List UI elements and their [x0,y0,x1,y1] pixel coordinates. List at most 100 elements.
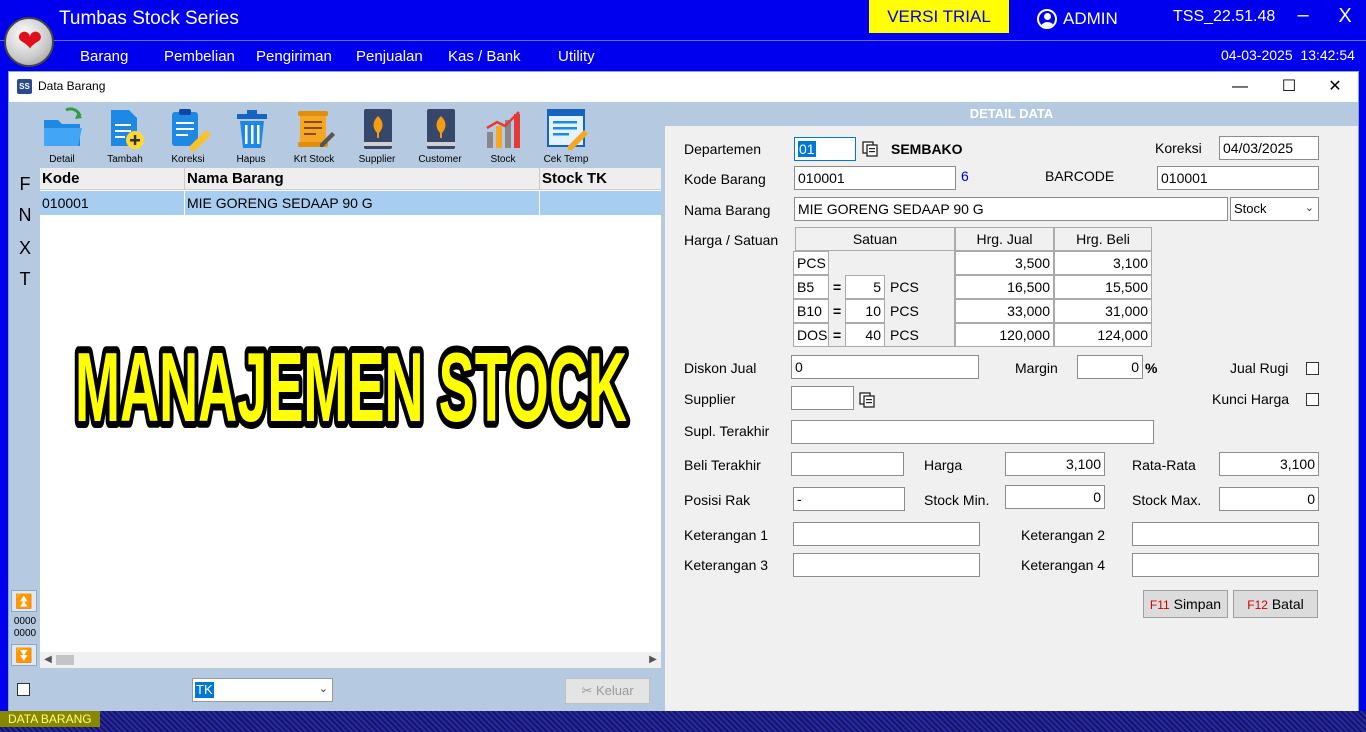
supl-terakhir-input[interactable] [791,420,1154,444]
unit-cell[interactable]: B5 [793,275,829,299]
hrg-beli-cell[interactable]: 3,100 [1054,251,1152,275]
column-kode[interactable]: Kode [40,168,185,190]
user-badge[interactable]: ADMIN [1037,9,1118,29]
filter-f-button[interactable]: F [13,174,37,195]
beli-terakhir-input[interactable] [791,452,904,476]
app-close-button[interactable]: X [1334,5,1356,28]
scroll-thumb[interactable] [56,655,74,665]
barcode-input[interactable]: 010001 [1157,166,1319,190]
lookup-supplier-icon[interactable] [859,392,875,408]
toolbar-krt-stock-button[interactable]: Krt Stock [286,104,342,166]
keterangan-2-input[interactable] [1132,522,1319,546]
window-minimize-button[interactable]: — [1220,76,1260,98]
harga-input[interactable]: 3,100 [1005,452,1105,476]
equals-sign: = [833,303,842,319]
filter-t-button[interactable]: T [13,269,37,290]
keluar-button[interactable]: ✂ Keluar [565,678,650,704]
supplier-input[interactable] [791,386,854,410]
hrg-jual-cell[interactable]: 16,500 [955,275,1054,299]
hrg-jual-header: Hrg. Jual [955,227,1054,251]
toolbar-stock-button[interactable]: Stock [475,104,531,166]
margin-input[interactable]: 0 [1077,355,1143,379]
scroll-right-icon[interactable]: ▶ [645,652,661,668]
counter-current: 0000 [13,616,37,627]
nama-barang-input[interactable]: MIE GORENG SEDAAP 90 G [794,197,1228,221]
qty-cell[interactable]: 10 [845,299,885,323]
simpan-label: Simpan [1173,596,1222,612]
menu-kas-bank[interactable]: Kas / Bank [448,48,521,65]
app-version: TSS_22.51.48 [1173,8,1276,25]
toolbar-supplier-button[interactable]: Supplier [349,104,405,166]
unit-cell[interactable]: DOS [793,323,829,347]
hrg-jual-cell[interactable]: 3,500 [955,251,1054,275]
app-logo: ❤ [4,17,54,67]
column-stock-tk[interactable]: Stock TK [540,168,661,190]
trial-badge[interactable]: VERSI TRIAL [869,0,1009,33]
unit-cell[interactable]: B10 [793,299,829,323]
diskon-jual-label: Diskon Jual [684,360,757,376]
user-name: ADMIN [1063,9,1118,28]
filter-n-button[interactable]: N [13,205,37,226]
simpan-button[interactable]: F11 Simpan [1143,590,1228,618]
keterangan-1-input[interactable] [793,522,980,546]
window-close-button[interactable]: ✕ [1315,76,1355,98]
filter-x-button[interactable]: X [13,238,37,259]
scroll-up-button[interactable]: ⏫ [11,590,37,612]
menu-utility[interactable]: Utility [558,48,595,65]
kunci-harga-checkbox[interactable] [1306,393,1319,406]
qty-cell[interactable]: 5 [845,275,885,299]
toolbar-detail-button[interactable]: Detail [34,104,90,166]
menu-barang[interactable]: Barang [80,48,128,65]
show-all-checkbox[interactable] [17,683,30,696]
hrg-beli-cell[interactable]: 31,000 [1054,299,1152,323]
toolbar-detail-label: Detail [49,154,75,165]
koreksi-date-input[interactable]: 04/03/2025 [1219,136,1319,160]
lookup-departemen-icon[interactable] [862,141,878,157]
table-row[interactable]: 010001 MIE GORENG SEDAAP 90 G [40,191,661,215]
toolbar-customer-button[interactable]: Customer [412,104,468,166]
departemen-input[interactable]: 01 [794,137,856,161]
status-bar: DATA BARANG [0,711,1366,732]
app-minimize-button[interactable]: – [1292,4,1314,27]
jual-rugi-checkbox[interactable] [1306,362,1319,375]
hrg-jual-cell[interactable]: 120,000 [955,323,1054,347]
margin-unit: % [1145,360,1158,376]
kode-barang-input[interactable]: 010001 [794,166,956,190]
stock-min-input[interactable]: 0 [1005,485,1105,509]
keterangan-4-input[interactable] [1132,553,1319,577]
window-app-icon: SS [17,79,32,94]
scroll-down-button[interactable]: ⏬ [11,644,37,666]
manajemen-stock-banner: MANAJEMEN STOCK [68,325,634,449]
store-combo[interactable]: TK ⌄ [192,678,333,702]
menu-penjualan[interactable]: Penjualan [356,48,423,65]
horizontal-scrollbar[interactable]: ◀ ▶ [40,652,661,668]
window-maximize-button[interactable]: ☐ [1269,76,1309,98]
toolbar-krt-stock-label: Krt Stock [293,154,335,165]
hrg-jual-cell[interactable]: 33,000 [955,299,1054,323]
toolbar-tambah-button[interactable]: Tambah [97,104,153,166]
hrg-beli-cell[interactable]: 124,000 [1054,323,1152,347]
scroll-left-icon[interactable]: ◀ [40,652,56,668]
jenis-combo[interactable]: Stock ⌄ [1230,197,1319,221]
harga-label: Harga [924,457,963,473]
batal-button[interactable]: F12 Batal [1233,590,1318,618]
column-nama-barang[interactable]: Nama Barang [185,168,540,190]
equals-sign: = [833,327,842,343]
datetime: 04-03-2025 13:42:54 [1221,47,1355,63]
stock-max-input[interactable]: 0 [1219,487,1319,511]
unit-cell[interactable]: PCS [793,251,829,275]
toolbar-cek-temp-button[interactable]: Cek Temp [538,104,594,166]
toolbar-koreksi-button[interactable]: Koreksi [160,104,216,166]
posisi-rak-input[interactable]: - [793,487,905,511]
keterangan-3-input[interactable] [793,553,980,577]
supplier-book-icon [364,109,392,149]
menu-pengiriman[interactable]: Pengiriman [256,48,332,65]
toolbar-hapus-button[interactable]: Hapus [223,104,279,166]
departemen-label: Departemen [684,141,762,157]
kunci-harga-label: Kunci Harga [1212,391,1290,407]
rata-rata-input[interactable]: 3,100 [1219,452,1319,476]
hrg-beli-cell[interactable]: 15,500 [1054,275,1152,299]
diskon-jual-input[interactable]: 0 [791,355,979,379]
menu-pembelian[interactable]: Pembelian [164,48,235,65]
qty-cell[interactable]: 40 [845,323,885,347]
